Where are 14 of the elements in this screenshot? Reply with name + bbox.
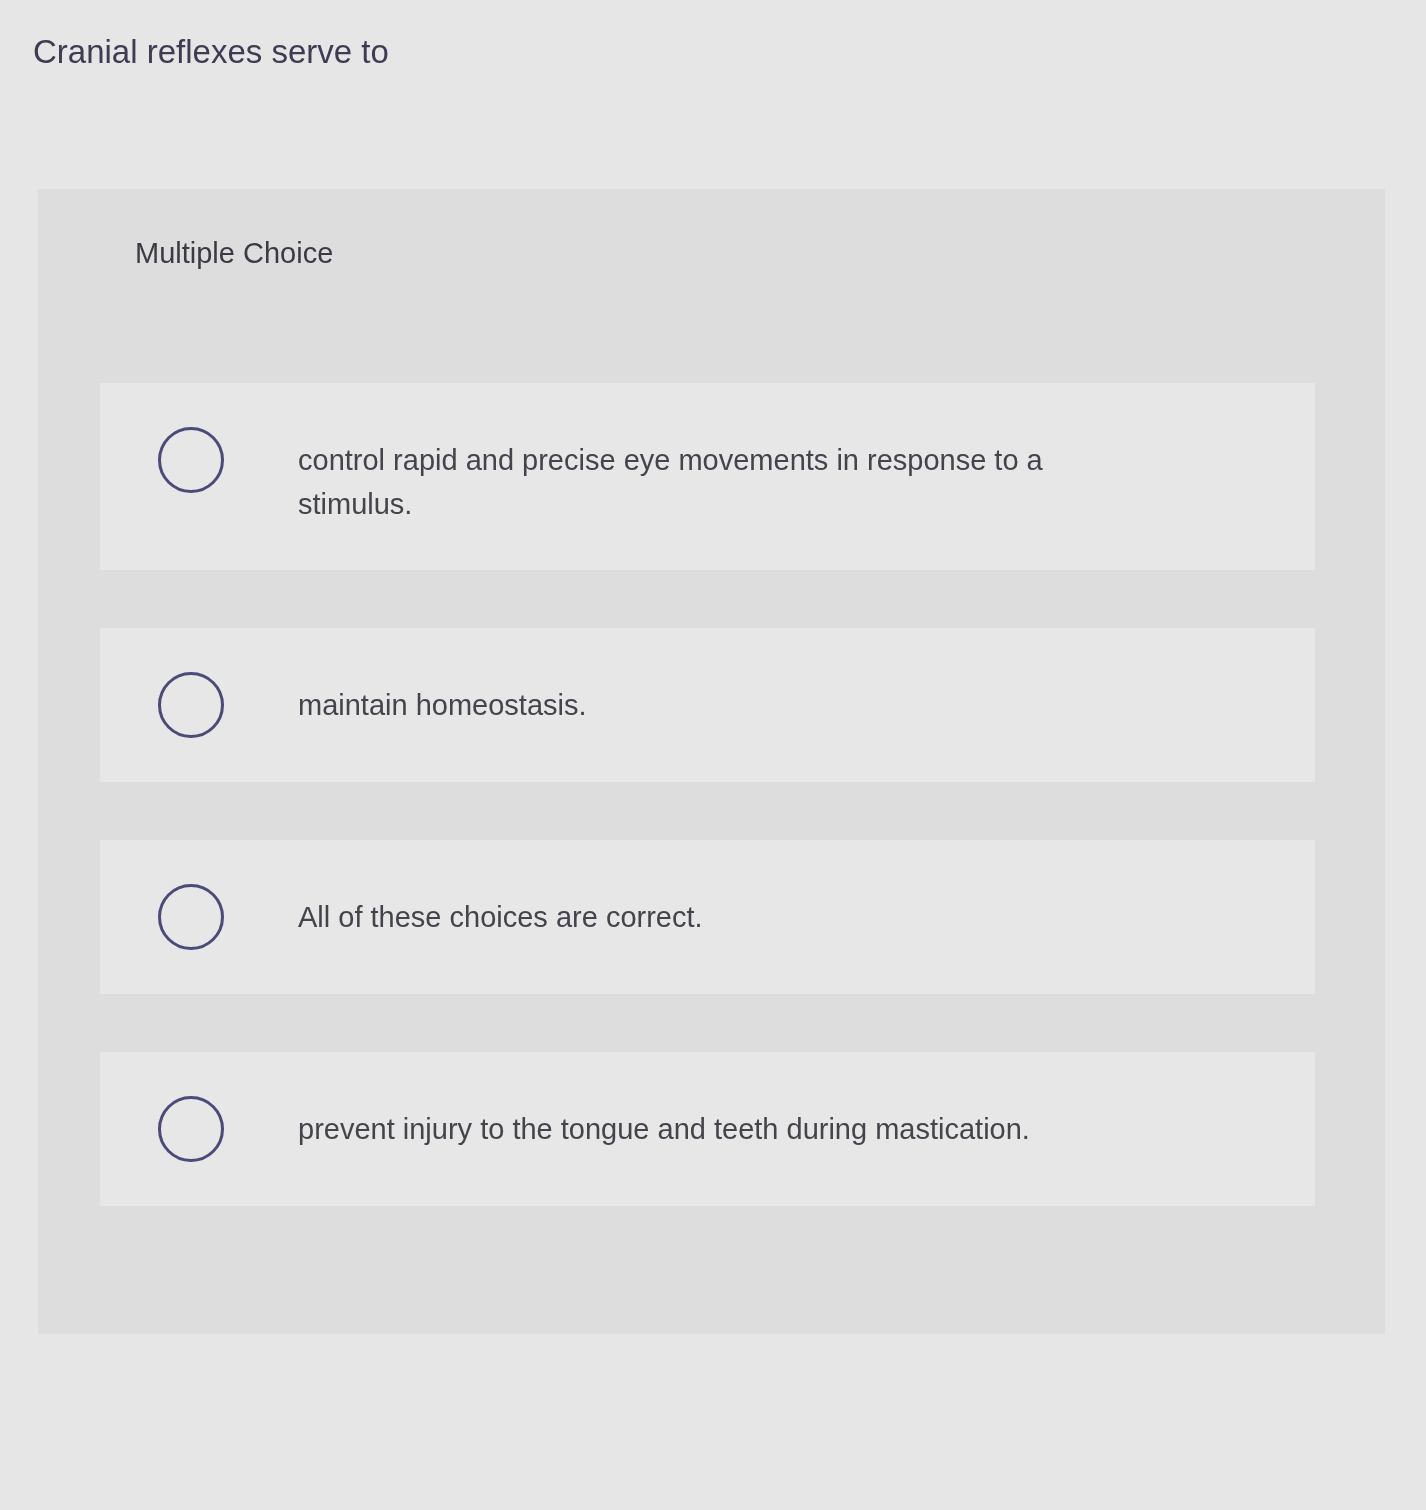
answer-option-card[interactable]: maintain homeostasis. [100,628,1315,782]
answer-option-card[interactable]: All of these choices are correct. [100,840,1315,994]
radio-button[interactable] [158,884,224,950]
question-text: Cranial reflexes serve to [33,32,389,72]
answer-option-card[interactable]: control rapid and precise eye movements in response to a stimulus. [100,383,1315,570]
option-text: maintain homeostasis. [298,688,587,723]
radio-button[interactable] [158,427,224,493]
radio-button[interactable] [158,672,224,738]
option-text: prevent injury to the tongue and teeth during mastication. [298,1112,1030,1147]
option-text: All of these choices are correct. [298,900,703,935]
radio-button[interactable] [158,1096,224,1162]
answer-option-card[interactable]: prevent injury to the tongue and teeth during mastication. [100,1052,1315,1206]
option-text: control rapid and precise eye movements in response to a stimulus. [298,443,1044,522]
question-type-label: Multiple Choice [135,236,334,271]
